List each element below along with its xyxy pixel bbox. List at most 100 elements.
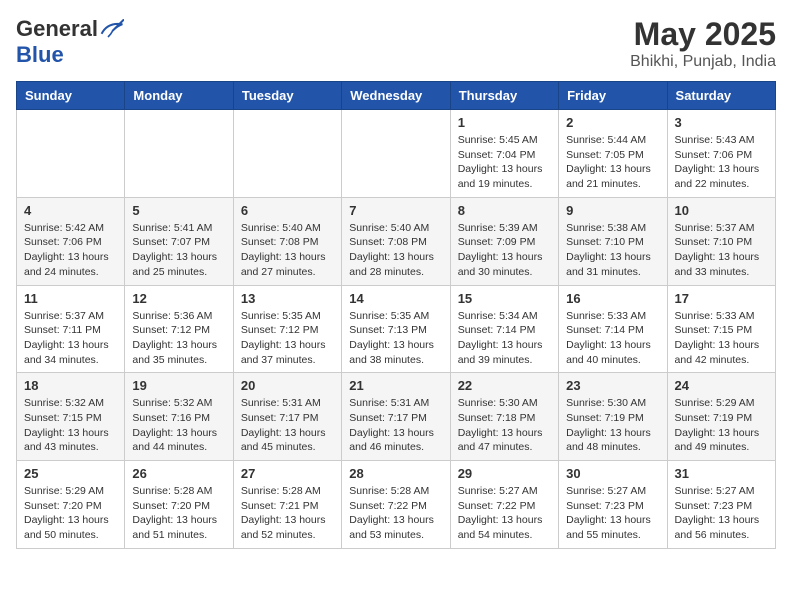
day-info: Sunrise: 5:43 AM Sunset: 7:06 PM Dayligh… — [675, 133, 768, 192]
calendar-cell: 15 Sunrise: 5:34 AM Sunset: 7:14 PM Dayli… — [450, 285, 558, 373]
day-number: 20 — [241, 378, 334, 393]
day-info: Sunrise: 5:42 AM Sunset: 7:06 PM Dayligh… — [24, 221, 117, 280]
day-number: 29 — [458, 466, 551, 481]
logo-general: General — [16, 16, 98, 42]
calendar-cell: 13 Sunrise: 5:35 AM Sunset: 7:12 PM Dayli… — [233, 285, 341, 373]
calendar-week-4: 18 Sunrise: 5:32 AM Sunset: 7:15 PM Dayli… — [17, 373, 776, 461]
day-info: Sunrise: 5:35 AM Sunset: 7:13 PM Dayligh… — [349, 309, 442, 368]
day-info: Sunrise: 5:34 AM Sunset: 7:14 PM Dayligh… — [458, 309, 551, 368]
day-info: Sunrise: 5:41 AM Sunset: 7:07 PM Dayligh… — [132, 221, 225, 280]
day-info: Sunrise: 5:28 AM Sunset: 7:22 PM Dayligh… — [349, 484, 442, 543]
day-info: Sunrise: 5:29 AM Sunset: 7:20 PM Dayligh… — [24, 484, 117, 543]
calendar-week-3: 11 Sunrise: 5:37 AM Sunset: 7:11 PM Dayli… — [17, 285, 776, 373]
day-info: Sunrise: 5:28 AM Sunset: 7:21 PM Dayligh… — [241, 484, 334, 543]
day-number: 3 — [675, 115, 768, 130]
calendar-cell: 26 Sunrise: 5:28 AM Sunset: 7:20 PM Dayli… — [125, 461, 233, 549]
calendar-cell — [342, 110, 450, 198]
calendar-cell — [233, 110, 341, 198]
calendar-week-1: 1 Sunrise: 5:45 AM Sunset: 7:04 PM Daylig… — [17, 110, 776, 198]
calendar-cell: 28Sunrise: 5:28 AM Sunset: 7:22 PM Dayli… — [342, 461, 450, 549]
calendar-cell: 17Sunrise: 5:33 AM Sunset: 7:15 PM Dayli… — [667, 285, 775, 373]
calendar-cell: 27 Sunrise: 5:28 AM Sunset: 7:21 PM Dayli… — [233, 461, 341, 549]
day-number: 6 — [241, 203, 334, 218]
day-number: 16 — [566, 291, 659, 306]
day-number: 18 — [24, 378, 117, 393]
calendar-cell: 29Sunrise: 5:27 AM Sunset: 7:22 PM Dayli… — [450, 461, 558, 549]
day-info: Sunrise: 5:45 AM Sunset: 7:04 PM Dayligh… — [458, 133, 551, 192]
day-number: 14 — [349, 291, 442, 306]
day-info: Sunrise: 5:40 AM Sunset: 7:08 PM Dayligh… — [241, 221, 334, 280]
calendar-cell: 22Sunrise: 5:30 AM Sunset: 7:18 PM Dayli… — [450, 373, 558, 461]
day-info: Sunrise: 5:30 AM Sunset: 7:18 PM Dayligh… — [458, 396, 551, 455]
calendar-cell: 21 Sunrise: 5:31 AM Sunset: 7:17 PM Dayli… — [342, 373, 450, 461]
calendar-cell: 16 Sunrise: 5:33 AM Sunset: 7:14 PM Dayli… — [559, 285, 667, 373]
month-title: May 2025 — [630, 16, 776, 53]
calendar-cell: 11 Sunrise: 5:37 AM Sunset: 7:11 PM Dayli… — [17, 285, 125, 373]
logo-bird-icon — [100, 19, 124, 39]
day-info: Sunrise: 5:28 AM Sunset: 7:20 PM Dayligh… — [132, 484, 225, 543]
day-number: 21 — [349, 378, 442, 393]
day-info: Sunrise: 5:32 AM Sunset: 7:16 PM Dayligh… — [132, 396, 225, 455]
day-info: Sunrise: 5:31 AM Sunset: 7:17 PM Dayligh… — [349, 396, 442, 455]
calendar-cell: 10 Sunrise: 5:37 AM Sunset: 7:10 PM Dayli… — [667, 197, 775, 285]
day-info: Sunrise: 5:44 AM Sunset: 7:05 PM Dayligh… — [566, 133, 659, 192]
calendar-cell: 8 Sunrise: 5:39 AM Sunset: 7:09 PM Daylig… — [450, 197, 558, 285]
page-header: General Blue May 2025 Bhikhi, Punjab, In… — [16, 16, 776, 71]
day-info: Sunrise: 5:39 AM Sunset: 7:09 PM Dayligh… — [458, 221, 551, 280]
calendar-week-5: 25Sunrise: 5:29 AM Sunset: 7:20 PM Dayli… — [17, 461, 776, 549]
title-block: May 2025 Bhikhi, Punjab, India — [630, 16, 776, 71]
calendar-cell: 18 Sunrise: 5:32 AM Sunset: 7:15 PM Dayli… — [17, 373, 125, 461]
calendar-cell: 12Sunrise: 5:36 AM Sunset: 7:12 PM Dayli… — [125, 285, 233, 373]
day-info: Sunrise: 5:40 AM Sunset: 7:08 PM Dayligh… — [349, 221, 442, 280]
calendar-cell: 3 Sunrise: 5:43 AM Sunset: 7:06 PM Daylig… — [667, 110, 775, 198]
day-number: 7 — [349, 203, 442, 218]
location-title: Bhikhi, Punjab, India — [630, 53, 776, 71]
day-info: Sunrise: 5:36 AM Sunset: 7:12 PM Dayligh… — [132, 309, 225, 368]
day-info: Sunrise: 5:37 AM Sunset: 7:11 PM Dayligh… — [24, 309, 117, 368]
day-number: 24 — [675, 378, 768, 393]
day-number: 4 — [24, 203, 117, 218]
weekday-header-tuesday: Tuesday — [233, 82, 341, 110]
day-info: Sunrise: 5:33 AM Sunset: 7:15 PM Dayligh… — [675, 309, 768, 368]
day-info: Sunrise: 5:33 AM Sunset: 7:14 PM Dayligh… — [566, 309, 659, 368]
day-number: 31 — [675, 466, 768, 481]
calendar-cell — [125, 110, 233, 198]
day-info: Sunrise: 5:38 AM Sunset: 7:10 PM Dayligh… — [566, 221, 659, 280]
calendar-cell: 1 Sunrise: 5:45 AM Sunset: 7:04 PM Daylig… — [450, 110, 558, 198]
logo-blue: Blue — [16, 42, 64, 68]
weekday-header-thursday: Thursday — [450, 82, 558, 110]
day-number: 15 — [458, 291, 551, 306]
calendar-cell: 6 Sunrise: 5:40 AM Sunset: 7:08 PM Daylig… — [233, 197, 341, 285]
day-number: 1 — [458, 115, 551, 130]
day-number: 2 — [566, 115, 659, 130]
calendar-cell: 5Sunrise: 5:41 AM Sunset: 7:07 PM Daylig… — [125, 197, 233, 285]
calendar-cell — [17, 110, 125, 198]
day-number: 10 — [675, 203, 768, 218]
day-info: Sunrise: 5:31 AM Sunset: 7:17 PM Dayligh… — [241, 396, 334, 455]
day-info: Sunrise: 5:32 AM Sunset: 7:15 PM Dayligh… — [24, 396, 117, 455]
weekday-header-friday: Friday — [559, 82, 667, 110]
day-info: Sunrise: 5:30 AM Sunset: 7:19 PM Dayligh… — [566, 396, 659, 455]
calendar-cell: 20 Sunrise: 5:31 AM Sunset: 7:17 PM Dayli… — [233, 373, 341, 461]
calendar-cell: 7 Sunrise: 5:40 AM Sunset: 7:08 PM Daylig… — [342, 197, 450, 285]
day-number: 27 — [241, 466, 334, 481]
day-number: 9 — [566, 203, 659, 218]
calendar-cell: 14 Sunrise: 5:35 AM Sunset: 7:13 PM Dayli… — [342, 285, 450, 373]
day-number: 13 — [241, 291, 334, 306]
day-number: 8 — [458, 203, 551, 218]
day-number: 11 — [24, 291, 117, 306]
calendar-cell: 25Sunrise: 5:29 AM Sunset: 7:20 PM Dayli… — [17, 461, 125, 549]
calendar-cell: 4 Sunrise: 5:42 AM Sunset: 7:06 PM Daylig… — [17, 197, 125, 285]
day-number: 23 — [566, 378, 659, 393]
day-info: Sunrise: 5:37 AM Sunset: 7:10 PM Dayligh… — [675, 221, 768, 280]
day-number: 26 — [132, 466, 225, 481]
day-info: Sunrise: 5:29 AM Sunset: 7:19 PM Dayligh… — [675, 396, 768, 455]
day-info: Sunrise: 5:35 AM Sunset: 7:12 PM Dayligh… — [241, 309, 334, 368]
calendar-cell: 23 Sunrise: 5:30 AM Sunset: 7:19 PM Dayli… — [559, 373, 667, 461]
weekday-header-saturday: Saturday — [667, 82, 775, 110]
day-info: Sunrise: 5:27 AM Sunset: 7:23 PM Dayligh… — [675, 484, 768, 543]
day-number: 19 — [132, 378, 225, 393]
calendar-week-2: 4 Sunrise: 5:42 AM Sunset: 7:06 PM Daylig… — [17, 197, 776, 285]
calendar-cell: 2 Sunrise: 5:44 AM Sunset: 7:05 PM Daylig… — [559, 110, 667, 198]
calendar-cell: 30Sunrise: 5:27 AM Sunset: 7:23 PM Dayli… — [559, 461, 667, 549]
